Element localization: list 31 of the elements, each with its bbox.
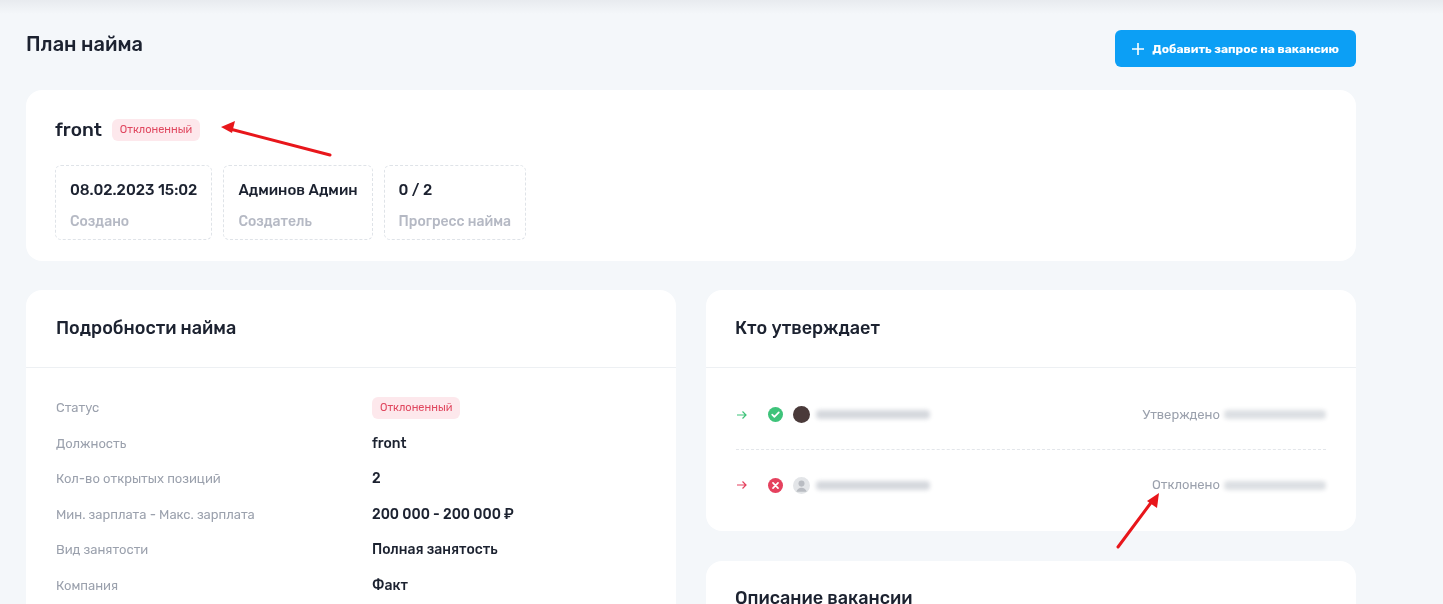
stat-value: 08.02.2023 15:02 [70, 179, 198, 201]
detail-value: 200 000 - 200 000 ₽ [372, 504, 514, 525]
stat-value: 0 / 2 [398, 179, 434, 201]
card-title: Кто утверждает [735, 316, 881, 341]
user-silhouette-icon [793, 476, 810, 494]
stat-label: Прогресс найма [398, 212, 512, 232]
detail-label: Кол-во открытых позиций [56, 470, 222, 488]
detail-label: Должность [56, 434, 128, 453]
detail-label: Мин. зарплата - Макс. зарплата [56, 505, 256, 524]
detail-label: Статус [56, 399, 101, 417]
stat-value: Админов Админ [238, 179, 358, 201]
check-circle-icon [768, 407, 783, 422]
add-request-button[interactable]: Добавить запрос на вакансию [1115, 30, 1356, 67]
approval-status: Утверждено [1142, 405, 1220, 424]
cross-circle-icon [768, 477, 783, 493]
approval-status: Отклонено [1152, 476, 1220, 495]
status-badge: Отклоненный [372, 396, 461, 419]
detail-value: Полная занятость [372, 540, 498, 561]
stat-label: Создано [70, 212, 131, 232]
detail-value: 2 [372, 469, 381, 490]
status-badge: Отклоненный [111, 119, 201, 142]
plus-icon [1132, 42, 1145, 55]
card-title: Описание вакансии [735, 586, 914, 604]
detail-label: Компания [56, 576, 120, 595]
detail-value: front [372, 433, 407, 454]
card-title: Подробности найма [56, 316, 237, 341]
detail-value: Факт [372, 575, 408, 596]
detail-label: Вид занятости [56, 541, 150, 559]
vacancy-title: front [55, 117, 102, 143]
stat-label: Создатель [238, 212, 313, 232]
page-title: План найма [26, 31, 143, 58]
